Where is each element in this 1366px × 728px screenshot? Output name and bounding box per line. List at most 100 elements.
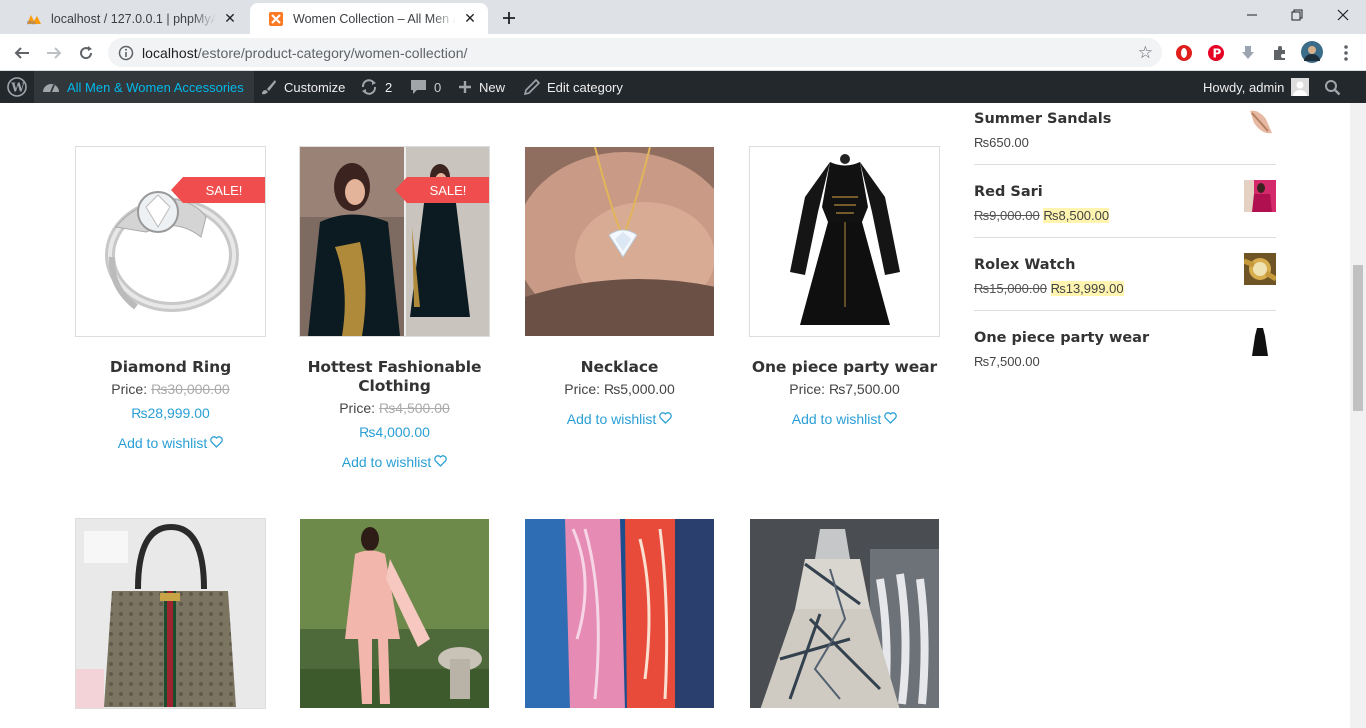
add-to-wishlist-link[interactable]: Add to wishlist bbox=[342, 454, 448, 470]
product-image[interactable]: SALE! bbox=[299, 146, 490, 337]
new-content-link[interactable]: New bbox=[458, 71, 505, 103]
widget-product-item: Red Sari ₨9,000.00 ₨8,500.00 bbox=[974, 165, 1276, 238]
sale-badge: SALE! bbox=[395, 177, 489, 203]
product-image[interactable]: SALE! bbox=[75, 146, 266, 337]
heart-icon bbox=[884, 411, 898, 427]
dashboard-icon bbox=[42, 79, 60, 95]
product-price: Price: ₨4,500.00 bbox=[339, 400, 450, 416]
product-title[interactable]: Hottest Fashionable Clothing bbox=[299, 358, 490, 396]
sale-badge: SALE! bbox=[171, 177, 265, 203]
search-icon[interactable] bbox=[1324, 71, 1341, 103]
brush-icon bbox=[260, 79, 277, 96]
back-arrow-icon[interactable] bbox=[8, 39, 36, 67]
product-image[interactable] bbox=[749, 146, 940, 337]
product-image[interactable] bbox=[749, 518, 940, 709]
product-card: SALE! Hottest Fashionable Clothing Price… bbox=[299, 146, 490, 472]
forward-arrow-icon[interactable] bbox=[40, 39, 68, 67]
pencil-icon bbox=[524, 79, 540, 95]
updates-icon bbox=[360, 78, 378, 96]
chrome-menu-icon[interactable] bbox=[1336, 43, 1356, 63]
my-account-link[interactable]: Howdy, admin bbox=[1203, 71, 1310, 103]
tab-title: Women Collection – All Men & Women Acces… bbox=[293, 11, 456, 26]
tab-phpmyadmin[interactable]: PMA localhost / 127.0.0.1 | phpMyAdmin ✕ bbox=[8, 3, 248, 34]
url-text: localhost/estore/product-category/women-… bbox=[142, 44, 468, 61]
tab-title: localhost / 127.0.0.1 | phpMyAdmin bbox=[51, 11, 216, 26]
widget-product-price: ₨7,500.00 bbox=[974, 354, 1040, 369]
widget-product-price: ₨15,000.00 ₨13,999.00 bbox=[974, 281, 1124, 296]
comment-bubble-icon bbox=[410, 79, 427, 95]
reload-icon[interactable] bbox=[72, 39, 100, 67]
sale-price: ₨4,000.00 bbox=[359, 424, 430, 440]
product-card: Necklace Price: ₨5,000.00 Add to wishlis… bbox=[524, 146, 715, 429]
page-content: SALE! Diamond Ring Price: ₨30,000.00 ₨28,… bbox=[0, 103, 1350, 728]
product-card: One piece party wear Price: ₨7,500.00 Ad… bbox=[749, 146, 940, 429]
window-close-icon[interactable] bbox=[1320, 0, 1366, 30]
add-to-wishlist-link[interactable]: Add to wishlist bbox=[792, 411, 898, 427]
minimize-icon[interactable] bbox=[1229, 0, 1275, 30]
widget-product-item: Summer Sandals ₨650.00 bbox=[974, 103, 1276, 165]
bookmark-star-icon[interactable]: ☆ bbox=[1138, 43, 1153, 63]
close-icon[interactable]: ✕ bbox=[462, 10, 478, 27]
product-card bbox=[524, 518, 715, 709]
product-price: Price: ₨7,500.00 bbox=[789, 381, 900, 397]
browser-tabstrip: PMA localhost / 127.0.0.1 | phpMyAdmin ✕… bbox=[0, 0, 1366, 34]
restore-icon[interactable] bbox=[1274, 0, 1320, 30]
heart-icon bbox=[210, 435, 224, 451]
browser-toolbar: localhost/estore/product-category/women-… bbox=[0, 34, 1366, 71]
product-image[interactable] bbox=[524, 518, 715, 709]
info-icon[interactable] bbox=[116, 43, 136, 63]
widget-product-name[interactable]: Rolex Watch bbox=[974, 257, 1075, 273]
scrollbar-thumb[interactable] bbox=[1353, 265, 1363, 411]
comments-link[interactable]: 0 bbox=[410, 71, 441, 103]
product-image[interactable] bbox=[75, 518, 266, 709]
wordpress-logo-icon[interactable]: W bbox=[7, 71, 27, 103]
widget-product-thumbnail[interactable] bbox=[1244, 326, 1276, 358]
product-title[interactable]: Diamond Ring bbox=[75, 358, 266, 377]
wp-admin-bar: W All Men & Women Accessories Customize … bbox=[0, 71, 1366, 103]
widget-product-price: ₨650.00 bbox=[974, 135, 1029, 150]
pinterest-icon[interactable]: P bbox=[1206, 43, 1226, 63]
add-to-wishlist-link[interactable]: Add to wishlist bbox=[567, 411, 673, 427]
widget-product-thumbnail[interactable] bbox=[1244, 253, 1276, 285]
tab-women-collection[interactable]: Women Collection – All Men & Women Acces… bbox=[250, 3, 488, 34]
svg-text:W: W bbox=[10, 81, 25, 95]
close-icon[interactable]: ✕ bbox=[222, 10, 238, 27]
product-title[interactable]: Necklace bbox=[524, 358, 715, 377]
svg-text:PMA: PMA bbox=[27, 20, 36, 25]
address-bar[interactable]: localhost/estore/product-category/women-… bbox=[108, 38, 1162, 67]
heart-icon bbox=[659, 411, 673, 427]
heart-icon bbox=[434, 454, 448, 470]
product-card bbox=[749, 518, 940, 709]
plus-icon bbox=[458, 80, 472, 94]
product-card: SALE! Diamond Ring Price: ₨30,000.00 ₨28,… bbox=[75, 146, 266, 453]
extensions-puzzle-icon[interactable] bbox=[1270, 43, 1290, 63]
widget-product-name[interactable]: Summer Sandals bbox=[974, 111, 1111, 127]
product-image[interactable] bbox=[299, 518, 490, 709]
user-avatar-icon bbox=[1291, 78, 1310, 96]
product-image[interactable] bbox=[524, 146, 715, 337]
customize-link[interactable]: Customize bbox=[260, 71, 345, 103]
download-icon[interactable] bbox=[1238, 43, 1258, 63]
recent-products-widget: Summer Sandals ₨650.00 Red Sari ₨9,000.0… bbox=[974, 103, 1276, 384]
updates-link[interactable]: 2 bbox=[360, 71, 392, 103]
widget-product-thumbnail[interactable] bbox=[1244, 105, 1276, 137]
widget-product-price: ₨9,000.00 ₨8,500.00 bbox=[974, 208, 1110, 223]
page-scrollbar[interactable] bbox=[1350, 103, 1366, 728]
widget-product-name[interactable]: Red Sari bbox=[974, 184, 1043, 200]
profile-avatar-icon[interactable] bbox=[1301, 41, 1323, 63]
svg-text:P: P bbox=[1213, 47, 1222, 61]
widget-product-item: Rolex Watch ₨15,000.00 ₨13,999.00 bbox=[974, 238, 1276, 311]
widget-product-thumbnail[interactable] bbox=[1244, 180, 1276, 212]
site-name-link[interactable]: All Men & Women Accessories bbox=[34, 71, 254, 103]
product-price: Price: ₨30,000.00 bbox=[111, 381, 230, 397]
product-card bbox=[299, 518, 490, 709]
widget-product-name[interactable]: One piece party wear bbox=[974, 330, 1149, 346]
edit-category-link[interactable]: Edit category bbox=[524, 71, 623, 103]
opera-extension-icon[interactable] bbox=[1174, 43, 1194, 63]
new-tab-plus-icon[interactable] bbox=[495, 6, 523, 30]
xampp-icon bbox=[268, 11, 284, 27]
product-card bbox=[75, 518, 266, 709]
add-to-wishlist-link[interactable]: Add to wishlist bbox=[118, 435, 224, 451]
product-title[interactable]: One piece party wear bbox=[749, 358, 940, 377]
phpmyadmin-icon: PMA bbox=[26, 11, 42, 27]
